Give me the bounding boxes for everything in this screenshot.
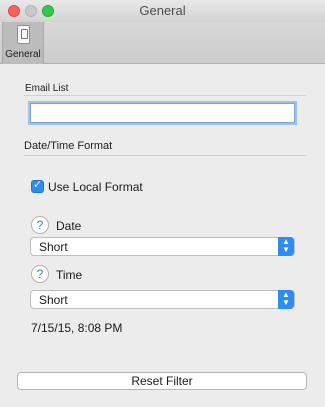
date-format-value: Short xyxy=(39,240,68,254)
datetime-separator xyxy=(24,155,306,156)
time-help-button[interactable]: ? xyxy=(31,265,49,283)
toolbar-item-label: General xyxy=(5,49,41,60)
datetime-section-title: Date/Time Format xyxy=(24,140,113,152)
time-format-select[interactable]: Short ▲ ▼ xyxy=(30,290,295,309)
email-list-label: Email List xyxy=(25,83,69,94)
date-format-select[interactable]: Short ▲ ▼ xyxy=(30,237,295,256)
zoom-window-button[interactable] xyxy=(42,5,54,17)
title-bar: General xyxy=(0,0,325,22)
time-format-value: Short xyxy=(39,293,68,307)
email-separator xyxy=(24,95,306,96)
date-time-preview: 7/15/15, 8:08 PM xyxy=(31,321,123,335)
preferences-window: General General Email List Date/Time For… xyxy=(0,0,325,407)
email-list-input[interactable] xyxy=(30,103,295,123)
toolbar: General xyxy=(0,22,325,64)
use-local-format-label[interactable]: Use Local Format xyxy=(48,180,143,194)
toolbar-item-general[interactable]: General xyxy=(2,22,44,64)
close-window-button[interactable] xyxy=(8,5,20,17)
time-label: Time xyxy=(56,268,83,282)
checkmark-icon: ✓ xyxy=(32,179,43,191)
date-help-button[interactable]: ? xyxy=(31,216,49,234)
chevron-updown-icon: ▲ ▼ xyxy=(278,290,294,309)
use-local-format-checkbox[interactable]: ✓ xyxy=(31,179,44,193)
reset-filter-button[interactable]: Reset Filter xyxy=(17,372,307,390)
date-label: Date xyxy=(56,219,82,233)
general-prefs-icon xyxy=(17,25,30,44)
window-title: General xyxy=(139,3,186,18)
minimize-window-button[interactable] xyxy=(25,5,37,17)
chevron-updown-icon: ▲ ▼ xyxy=(278,237,294,256)
